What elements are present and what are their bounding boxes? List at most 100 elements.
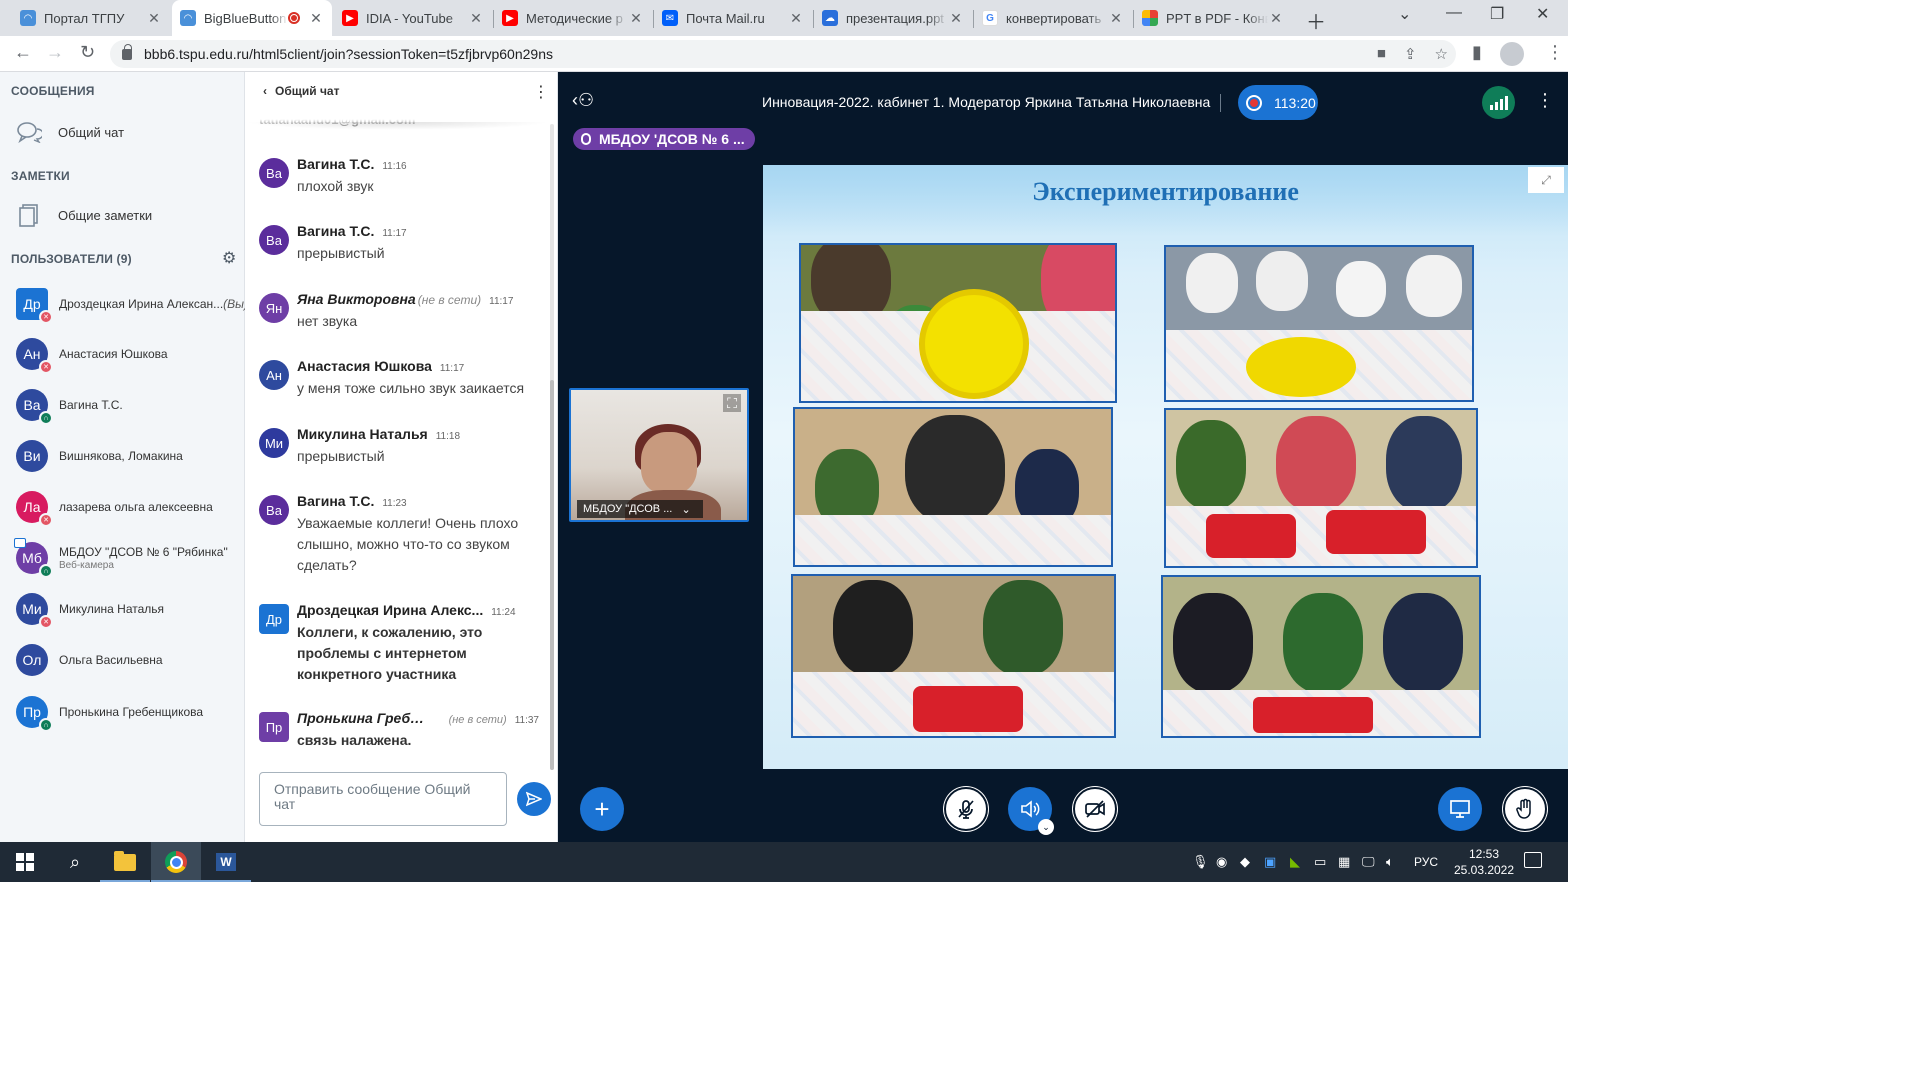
message-text: Коллеги, к сожалению, это проблемы с инт… <box>297 624 483 682</box>
public-chat-item[interactable]: Общий чат <box>16 120 124 144</box>
nvidia-tray-icon[interactable]: ◣ <box>1290 854 1300 870</box>
shared-notes-item[interactable]: Общие заметки <box>16 203 152 227</box>
connection-status-button[interactable] <box>1482 86 1515 119</box>
camera-in-use-icon[interactable]: ■ <box>1377 45 1386 63</box>
browser-tab[interactable]: ✉ Почта Mail.ru ✕ <box>654 4 812 32</box>
mail-favicon-icon: ✉ <box>662 10 678 26</box>
message-author: Микулина Наталья <box>297 426 428 442</box>
share-webcam-button[interactable] <box>1073 787 1117 831</box>
avatar: Пр <box>259 712 289 742</box>
system-clock[interactable]: 12:53 25.03.2022 <box>1448 846 1520 878</box>
raise-hand-button[interactable] <box>1503 787 1547 831</box>
microphone-off-icon <box>958 800 974 819</box>
user-options-gear-icon[interactable]: ⚙ <box>222 248 236 268</box>
user-list-item[interactable]: Ла ✕ лазарева ольга алексеевна <box>16 487 213 527</box>
profile-avatar[interactable] <box>1500 42 1524 66</box>
browser-tab-active[interactable]: ◠ BigBlueButton ✕ <box>172 0 332 36</box>
fullscreen-icon[interactable]: ⛶ <box>723 394 741 412</box>
user-list-item[interactable]: Ми ✕ Микулина Наталья <box>16 589 164 629</box>
maximize-icon[interactable]: ❐ <box>1490 4 1504 24</box>
lock-icon[interactable] <box>122 43 132 60</box>
volume-icon[interactable]: 🔈︎ <box>1386 854 1394 870</box>
close-tab-icon[interactable]: ✕ <box>468 10 484 27</box>
avatar: Ан ✕ <box>16 338 53 374</box>
close-tab-icon[interactable]: ✕ <box>948 10 964 27</box>
close-tab-icon[interactable]: ✕ <box>1108 10 1124 27</box>
tab-search-icon[interactable]: ⌄ <box>1398 4 1411 24</box>
chat-options-icon[interactable]: ⋮ <box>533 82 549 102</box>
start-button[interactable] <box>0 842 50 882</box>
browser-tab[interactable]: ☁ презентация.ppt ✕ <box>814 4 972 32</box>
browser-tab[interactable]: G конвертировать ✕ <box>974 4 1132 32</box>
browser-tab[interactable]: ◠ Портал ТГПУ ✕ <box>12 4 170 32</box>
keyboard-tray-icon[interactable]: ▦ <box>1338 854 1350 870</box>
close-window-icon[interactable]: ✕ <box>1536 4 1549 24</box>
talking-indicator[interactable]: МБДОУ 'ДСОВ № 6 ... <box>573 128 755 150</box>
webcam-video[interactable]: МБДОУ "ДСОВ ... ⌄ ⛶ <box>569 388 749 522</box>
chat-message-input[interactable]: Отправить сообщение Общий чат <box>259 772 507 826</box>
share-icon[interactable]: ⇪ <box>1404 45 1417 63</box>
user-list-item[interactable]: Др ✕ Дроздецкая Ирина Алексан...(Вы) <box>16 284 248 324</box>
chrome-taskbar-button[interactable] <box>151 842 201 882</box>
chevron-left-icon[interactable]: ‹ <box>263 84 267 98</box>
language-indicator[interactable]: РУС <box>1414 855 1438 869</box>
battery-icon[interactable]: ▭ <box>1314 854 1326 870</box>
browser-tab[interactable]: ▶ IDIA - YouTube ✕ <box>334 4 492 32</box>
browser-menu-icon[interactable]: ⋮ <box>1546 42 1564 63</box>
close-tab-icon[interactable]: ✕ <box>1268 10 1284 27</box>
close-tab-icon[interactable]: ✕ <box>308 10 324 27</box>
webcam-tray-icon[interactable]: ◉ <box>1216 854 1227 870</box>
side-panel-icon[interactable]: ▮ <box>1472 42 1482 63</box>
slide-photo <box>1164 245 1474 402</box>
webcam-label[interactable]: МБДОУ "ДСОВ ... ⌄ <box>577 500 703 518</box>
slide-photo <box>793 407 1113 567</box>
address-bar[interactable]: bbb6.tspu.edu.ru/html5client/join?sessio… <box>110 40 1456 68</box>
security-tray-icon[interactable]: ◆ <box>1240 854 1250 870</box>
user-list-item[interactable]: Пр ∩ Пронькина Гребенщикова <box>16 692 203 732</box>
user-list-item[interactable]: Ви Вишнякова, Ломакина <box>16 436 183 476</box>
microphone-tray-icon[interactable]: 🎙︎ <box>1192 854 1209 870</box>
user-list-item[interactable]: Ол Ольга Васильевна <box>16 640 163 680</box>
leave-audio-button[interactable]: ⌄ <box>1008 787 1054 835</box>
chat-message: Ва Вагина Т.С. 11:17 прерывистый <box>259 223 539 264</box>
browser-tab[interactable]: ▶ Методические р ✕ <box>494 4 652 32</box>
slide-fullscreen-icon[interactable]: ⤢ <box>1528 167 1564 193</box>
close-tab-icon[interactable]: ✕ <box>146 10 162 27</box>
chat-scrollbar[interactable] <box>550 124 554 770</box>
browser-tab[interactable]: PPT в PDF - Конв ✕ <box>1134 4 1292 32</box>
chat-scrollbar-thumb[interactable] <box>550 380 554 770</box>
windows-logo-icon <box>16 853 34 871</box>
user-list-item[interactable]: Ва ∩ Вагина Т.С. <box>16 385 123 425</box>
audio-options-chevron-icon[interactable]: ⌄ <box>1038 819 1054 835</box>
bookmark-star-icon[interactable]: ☆ <box>1435 45 1448 63</box>
file-explorer-button[interactable] <box>100 842 150 882</box>
network-icon[interactable]: 🖵︎ <box>1362 854 1375 870</box>
chat-header[interactable]: ‹ Общий чат <box>263 84 339 98</box>
toggle-userlist-icon[interactable]: ‹⚇ <box>572 90 594 111</box>
new-tab-icon[interactable]: ＋ <box>1306 6 1326 35</box>
reload-icon[interactable]: ↻ <box>80 42 95 63</box>
folder-icon <box>114 850 136 871</box>
recording-button[interactable]: 113:20 <box>1238 85 1318 120</box>
word-taskbar-button[interactable]: W <box>201 842 251 882</box>
chat-title: Общий чат <box>275 84 340 98</box>
offline-marker: (не в сети) <box>448 714 507 726</box>
photo-child <box>1173 593 1253 693</box>
back-icon[interactable]: ← <box>14 42 32 63</box>
notifications-icon[interactable] <box>1524 852 1542 868</box>
send-message-button[interactable] <box>517 782 551 816</box>
app-tray-icon[interactable]: ▣ <box>1264 854 1276 870</box>
chevron-down-icon[interactable]: ⌄ <box>682 503 691 516</box>
close-tab-icon[interactable]: ✕ <box>788 10 804 27</box>
minimize-icon[interactable]: — <box>1446 4 1462 22</box>
user-list-item[interactable]: Ан ✕ Анастасия Юшкова <box>16 334 168 374</box>
search-button[interactable]: ⌕ <box>50 842 100 882</box>
presentation-toggle-button[interactable] <box>1438 787 1482 831</box>
actions-plus-button[interactable]: + <box>580 787 624 831</box>
options-menu-icon[interactable]: ⋮ <box>1536 90 1554 111</box>
mute-microphone-button[interactable] <box>944 787 988 831</box>
user-list-item[interactable]: Мб ∩ МБДОУ "ДСОВ № 6 "Рябинка" Веб-камер… <box>14 538 228 578</box>
muted-mic-icon: ✕ <box>39 360 53 374</box>
close-tab-icon[interactable]: ✕ <box>628 10 644 27</box>
forward-icon[interactable]: → <box>46 42 64 63</box>
